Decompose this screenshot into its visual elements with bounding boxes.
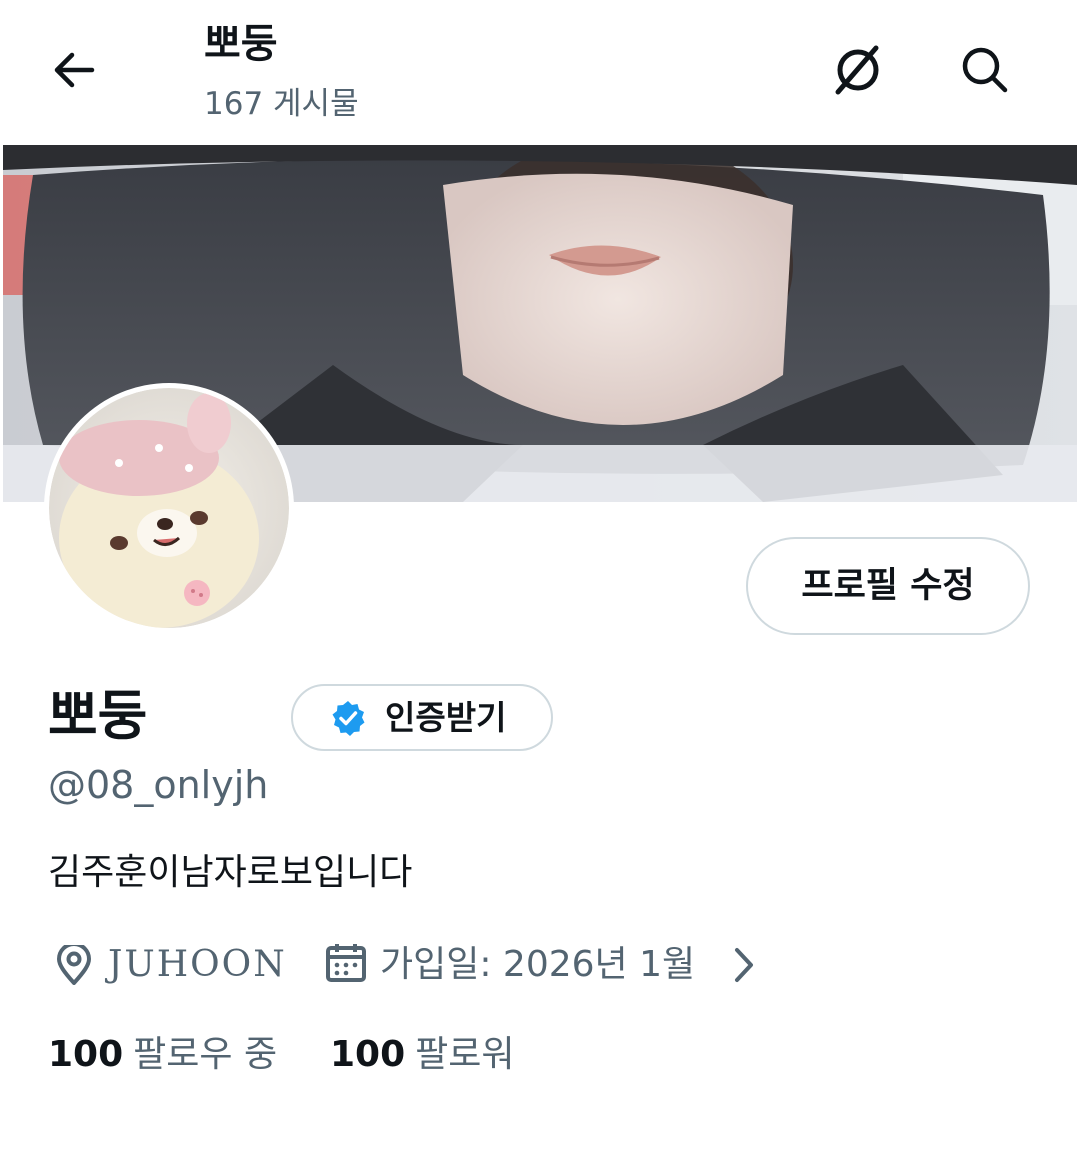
back-arrow-icon [54, 52, 95, 88]
location-pin-icon [57, 945, 91, 985]
edit-profile-button[interactable]: 프로필 수정 [746, 537, 1030, 635]
following-count: 100 [48, 1034, 124, 1075]
avatar-image [49, 388, 289, 628]
top-app-bar: 뽀둥 167 게시물 [0, 0, 1080, 145]
calendar-icon [326, 944, 366, 982]
search-icon [962, 47, 1008, 93]
profile-join-date[interactable]: 가입일: 2026년 1월 [324, 938, 764, 992]
following-link[interactable]: 100 팔로우 중 [48, 1030, 277, 1080]
get-verified-label: 인증받기 [385, 698, 507, 737]
following-label: 팔로우 중 [133, 1034, 278, 1075]
circle-slash-button[interactable] [828, 40, 888, 100]
join-date-text: 가입일: 2026년 1월 [380, 944, 696, 985]
post-count: 167 게시물 [204, 86, 359, 122]
followers-label: 팔로워 [415, 1034, 515, 1075]
header-title: 뽀둥 [204, 21, 278, 67]
circle-slash-icon [835, 45, 879, 95]
profile-location: JUHOON [48, 938, 298, 992]
user-handle: @08_onlyjh [48, 763, 269, 807]
verified-badge-icon [332, 701, 365, 736]
chevron-right-icon [735, 948, 753, 982]
followers-link[interactable]: 100 팔로워 [330, 1030, 515, 1080]
profile-avatar[interactable] [49, 388, 289, 628]
location-text: JUHOON [108, 944, 287, 985]
followers-count: 100 [330, 1034, 406, 1075]
search-button[interactable] [954, 40, 1014, 100]
get-verified-button[interactable]: 인증받기 [291, 684, 553, 751]
back-button[interactable] [48, 44, 100, 96]
display-name: 뽀둥 [48, 684, 148, 747]
profile-bio: 김주훈이남자로보입니다 [48, 852, 413, 893]
